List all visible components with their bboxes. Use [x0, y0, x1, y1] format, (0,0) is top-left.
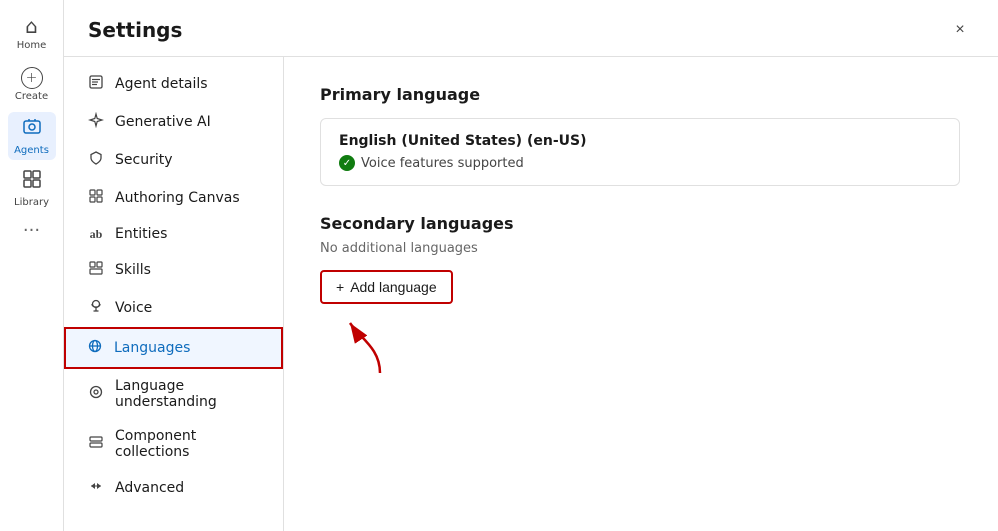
- sidebar-item-entities[interactable]: ab Entities: [64, 217, 283, 251]
- sidebar-label-language-understanding: Language understanding: [115, 378, 263, 410]
- sidebar-label-entities: Entities: [115, 226, 167, 242]
- sidebar-item-security[interactable]: Security: [64, 141, 283, 179]
- more-options-button[interactable]: ···: [23, 220, 40, 241]
- entities-icon: ab: [87, 227, 105, 242]
- primary-language-section: Primary language English (United States)…: [320, 85, 962, 186]
- sidebar-label-voice: Voice: [115, 300, 152, 316]
- sidebar-item-languages[interactable]: Languages: [64, 327, 283, 369]
- arrow-annotation: [340, 308, 420, 378]
- security-icon: [87, 150, 105, 170]
- sidebar-item-skills[interactable]: Skills: [64, 251, 283, 289]
- settings-content-area: Primary language English (United States)…: [284, 57, 998, 531]
- authoring-canvas-icon: [87, 188, 105, 208]
- primary-language-name: English (United States) (en-US): [339, 133, 941, 149]
- sidebar-item-voice[interactable]: Voice: [64, 289, 283, 327]
- nav-item-agents[interactable]: Agents: [8, 112, 56, 160]
- nav-label-agents: Agents: [14, 145, 49, 156]
- languages-icon: [86, 338, 104, 358]
- primary-language-card: English (United States) (en-US) ✓ Voice …: [320, 118, 960, 186]
- sidebar-label-generative-ai: Generative AI: [115, 114, 211, 130]
- no-additional-languages: No additional languages: [320, 241, 962, 256]
- language-understanding-icon: [87, 384, 105, 404]
- settings-body: Agent details Generative AI Security: [64, 57, 998, 531]
- home-icon: ⌂: [25, 14, 38, 38]
- voice-supported: ✓ Voice features supported: [339, 155, 941, 171]
- left-navigation: ⌂ Home + Create Agents Library ···: [0, 0, 64, 531]
- voice-icon: [87, 298, 105, 318]
- voice-supported-label: Voice features supported: [361, 156, 524, 171]
- agents-icon: [21, 116, 43, 143]
- add-language-button[interactable]: + Add language: [320, 270, 453, 304]
- create-icon: +: [21, 67, 43, 89]
- nav-item-library[interactable]: Library: [8, 164, 56, 212]
- nav-label-create: Create: [15, 91, 48, 102]
- sidebar-item-component-collections[interactable]: Component collections: [64, 419, 283, 469]
- sidebar-item-authoring-canvas[interactable]: Authoring Canvas: [64, 179, 283, 217]
- check-circle-icon: ✓: [339, 155, 355, 171]
- sidebar-item-agent-details[interactable]: Agent details: [64, 65, 283, 103]
- close-button[interactable]: ×: [946, 16, 974, 44]
- settings-sidebar: Agent details Generative AI Security: [64, 57, 284, 531]
- nav-label-home: Home: [17, 40, 47, 51]
- settings-header: Settings ×: [64, 0, 998, 57]
- sidebar-item-language-understanding[interactable]: Language understanding: [64, 369, 283, 419]
- add-language-label: Add language: [350, 279, 436, 295]
- skills-icon: [87, 260, 105, 280]
- component-collections-icon: [87, 434, 105, 454]
- sidebar-label-languages: Languages: [114, 340, 190, 356]
- primary-language-title: Primary language: [320, 85, 962, 104]
- library-icon: [21, 168, 43, 195]
- nav-item-home[interactable]: ⌂ Home: [8, 8, 56, 56]
- plus-icon: +: [336, 279, 344, 295]
- sidebar-label-component-collections: Component collections: [115, 428, 263, 460]
- sidebar-item-advanced[interactable]: Advanced: [64, 469, 283, 507]
- add-language-wrapper: + Add language: [320, 270, 453, 304]
- sidebar-label-advanced: Advanced: [115, 480, 184, 496]
- nav-item-create[interactable]: + Create: [8, 60, 56, 108]
- settings-title: Settings: [88, 18, 182, 42]
- advanced-icon: [87, 478, 105, 498]
- main-content: Settings × Agent details: [64, 0, 998, 531]
- sidebar-label-security: Security: [115, 152, 173, 168]
- sidebar-label-authoring-canvas: Authoring Canvas: [115, 190, 240, 206]
- secondary-languages-section: Secondary languages No additional langua…: [320, 214, 962, 304]
- nav-label-library: Library: [14, 197, 49, 208]
- agent-details-icon: [87, 74, 105, 94]
- generative-ai-icon: [87, 112, 105, 132]
- sidebar-item-generative-ai[interactable]: Generative AI: [64, 103, 283, 141]
- secondary-languages-title: Secondary languages: [320, 214, 962, 233]
- sidebar-label-skills: Skills: [115, 262, 151, 278]
- sidebar-label-agent-details: Agent details: [115, 76, 208, 92]
